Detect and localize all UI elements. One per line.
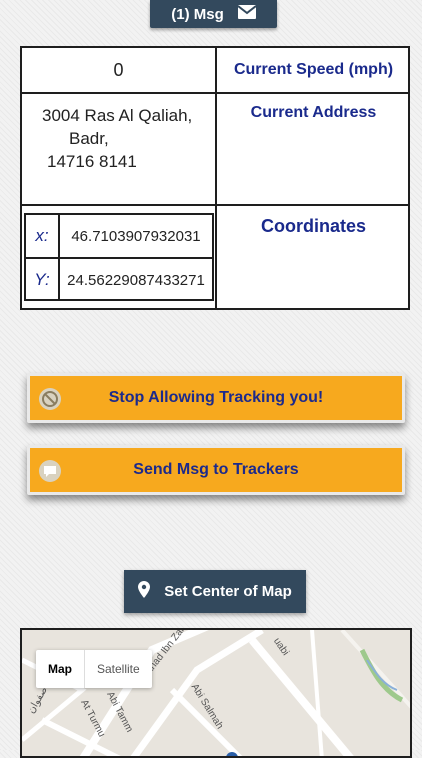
- stop-tracking-label: Stop Allowing Tracking you!: [108, 389, 324, 406]
- map-view[interactable]: Fahad Ibn Zar Abi Salmah Abi Tamm At Tur…: [20, 628, 412, 758]
- map-type-map-button[interactable]: Map: [36, 650, 85, 688]
- envelope-icon: [237, 5, 257, 23]
- prohibited-icon: [38, 387, 62, 411]
- y-coordinate-value: 24.56229087433271: [67, 271, 205, 289]
- messages-button[interactable]: (1) Msg: [150, 0, 277, 28]
- y-coordinate-row: Y: 24.56229087433271: [26, 259, 212, 301]
- current-address-value: 3004 Ras Al Qaliah, Badr, 14716 8141: [42, 104, 212, 173]
- address-line-2: Badr,: [69, 129, 109, 148]
- coordinates-label: Coordinates: [260, 216, 366, 236]
- send-msg-button[interactable]: Send Msg to Trackers: [27, 445, 405, 495]
- stop-tracking-button[interactable]: Stop Allowing Tracking you!: [27, 373, 405, 423]
- set-center-label: Set Center of Map: [164, 583, 292, 600]
- current-address-label: Current Address: [250, 104, 377, 121]
- current-speed-label: Current Speed (mph): [233, 61, 394, 78]
- x-axis-label: x:: [35, 226, 49, 245]
- tracking-info-table: 0 Current Speed (mph) 3004 Ras Al Qaliah…: [20, 46, 410, 310]
- chat-bubble-icon: [38, 459, 62, 483]
- current-speed-value: 0: [113, 59, 124, 80]
- x-coordinate-value: 46.7103907932031: [71, 227, 201, 245]
- send-msg-label: Send Msg to Trackers: [133, 461, 299, 478]
- map-type-satellite-button[interactable]: Satellite: [85, 650, 152, 688]
- address-line-1: 3004 Ras Al Qaliah,: [42, 106, 193, 125]
- map-pin-icon: [138, 581, 151, 602]
- coordinates-table: x: 46.7103907932031 Y: 24.56229087433271: [24, 213, 214, 301]
- map-type-toggle: Map Satellite: [36, 650, 152, 688]
- set-center-of-map-button[interactable]: Set Center of Map: [124, 570, 306, 613]
- x-coordinate-row: x: 46.7103907932031: [26, 215, 212, 257]
- y-axis-label: Y:: [34, 270, 50, 289]
- address-line-3: 14716 8141: [47, 152, 137, 171]
- messages-label: (1) Msg: [171, 5, 224, 23]
